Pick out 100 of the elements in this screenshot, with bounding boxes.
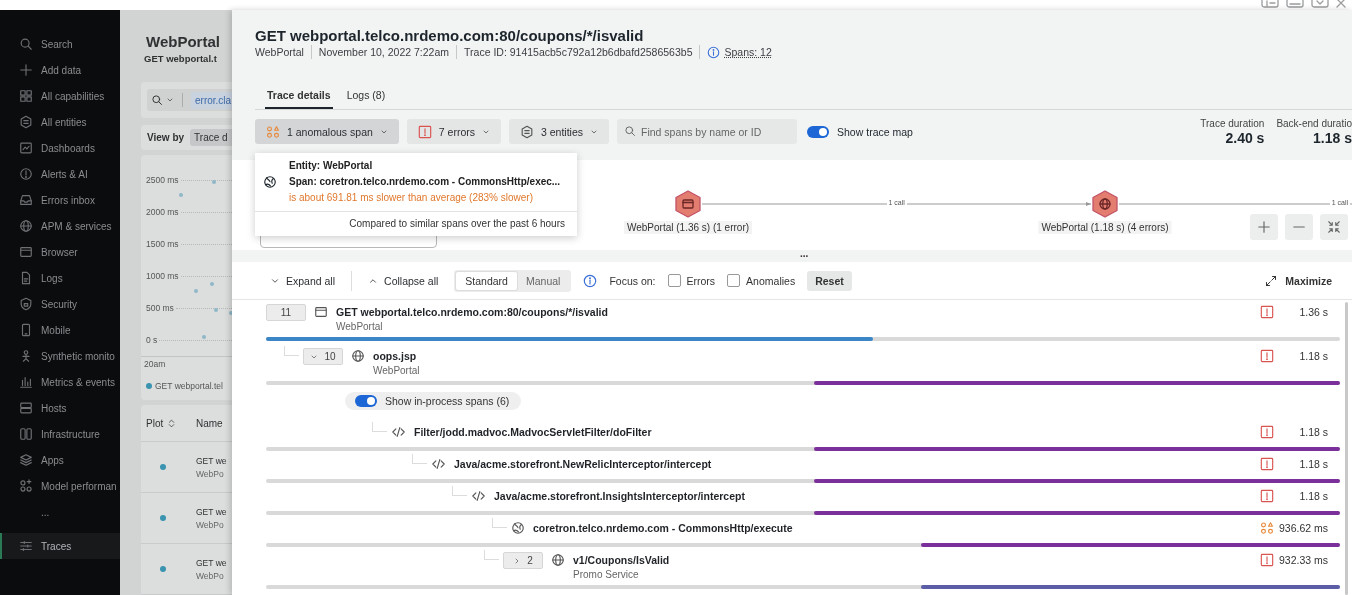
span-name[interactable]: v1/Coupons/IsValid [573,552,670,568]
checkbox[interactable] [667,274,681,287]
span-duration: 1.18 s [1298,458,1328,470]
sidebar-item[interactable]: APM & services [0,213,120,239]
view-by-select[interactable]: Trace d [190,129,232,146]
filter-dropdown[interactable]: 7 errors [406,119,501,144]
figure-icon [19,349,33,363]
sidebar-item[interactable]: Search [0,31,120,57]
expand-toggle[interactable]: 2 [503,552,543,569]
stat-value: 2.40 s [1225,130,1265,147]
sidebar-item[interactable]: Browser [0,239,120,265]
more-item[interactable]: ... [0,499,120,525]
fit-view-button[interactable] [1320,214,1348,240]
span-duration: 932.33 ms [1278,554,1328,566]
tab[interactable]: Trace details [265,86,333,109]
axis-tick-label: 500 ms [146,303,174,313]
popover-entity: Entity: WebPortal [289,159,374,173]
tree-connector-line [484,550,499,560]
compress-icon [1327,220,1341,234]
column-header[interactable]: Name [196,417,223,429]
query-token: error.cla [191,91,232,109]
span-name[interactable]: oops.jsp [373,348,420,364]
code-icon [431,457,446,471]
sidebar-item[interactable]: Infrastructure [0,421,120,447]
expand-toggle[interactable]: 10 [303,348,343,365]
sidebar-item[interactable]: Model performan [0,473,120,499]
trace-name: GET we [196,556,227,570]
sidebar-item[interactable]: Mobile [0,317,120,343]
tree-connector-line [452,486,467,496]
entity-name: WebPortal [373,364,420,378]
sidebar-item[interactable]: Errors inbox [0,187,120,213]
map-node[interactable] [674,190,702,218]
expand-all-button[interactable]: Expand all [266,271,340,290]
span-name[interactable]: Java/acme.storefront.NewRelicInterceptor/intercept [454,456,712,472]
resize-handle[interactable]: ... [232,250,1352,262]
span-name[interactable]: GET webportal.telco.nrdemo.com:80/coupons/*/isvalid [336,304,608,320]
maximize-button[interactable]: Maximize [1259,273,1338,288]
sidebar-item[interactable]: Alerts & AI [0,161,120,187]
entity-name: Promo Service [573,568,640,582]
sidebar-item[interactable]: Metrics & events [0,369,120,395]
info-icon [707,45,721,59]
striped-globe-icon [263,175,277,189]
span-name[interactable]: Java/acme.storefront.InsightsInterceptor/intercept [494,488,745,504]
sidebar-item[interactable]: All entities [0,109,120,135]
sidebar-item[interactable]: Security [0,291,120,317]
span-duration: 1.36 s [1298,306,1328,318]
query-field[interactable]: error.cla [147,89,232,111]
plot-dot [160,464,166,470]
toggle-switch[interactable] [355,395,377,407]
collapse-all-button[interactable]: Collapse all [364,271,443,290]
popover-footer: Compared to similar spans over the past 6 hours [255,212,577,236]
view-mode-tab[interactable]: Manual [516,271,570,290]
plot-dot [160,515,166,521]
reset-button[interactable]: Reset [807,270,852,291]
sidebar-item[interactable]: Hosts [0,395,120,421]
span-duration: 936.62 ms [1278,522,1328,534]
sidebar-item[interactable]: Apps [0,447,120,473]
scrollbar[interactable] [1345,302,1348,595]
sidebar-item[interactable]: Dashboards [0,135,120,161]
toggle-switch[interactable] [807,125,830,138]
zoom-out-button[interactable] [1285,214,1313,240]
error-icon [417,124,432,139]
sidebar-item[interactable]: Traces [0,533,120,559]
list-icon [19,539,33,553]
sidebar-item[interactable]: Logs [0,265,120,291]
tree-connector-line [372,422,387,432]
column-header[interactable]: Plot [146,417,196,429]
zoom-in-button[interactable] [1250,214,1278,240]
span-name[interactable]: Filter/jodd.madvoc.MadvocServletFilter/doFilter [414,424,652,440]
sidebar-item[interactable]: Synthetic monito [0,343,120,369]
focus-label: Focus on: [609,274,656,287]
window-icon[interactable] [1286,0,1304,8]
entity-name: WebPortal [336,320,384,334]
node-label: WebPortal (1.18 s) (4 errors) [1038,221,1172,234]
spans-link[interactable]: Spans: 12 [699,45,772,59]
checkbox-label: Errors [686,274,716,287]
checkbox[interactable] [727,274,741,287]
entity-name: WebPo [196,518,225,532]
node-label: WebPortal (1.36 s) (1 error) [623,221,753,234]
tab[interactable]: Logs (8) [344,86,388,109]
server-icon [19,401,33,415]
search-field[interactable]: Find spans by name or ID [617,119,798,144]
map-node[interactable] [1091,190,1119,218]
search-icon [151,94,163,106]
span-duration: 1.18 s [1298,426,1328,438]
in-process-toggle[interactable]: Show in-process spans (6) [345,392,522,410]
view-mode-tab[interactable]: Standard [456,271,517,290]
chevron-icon[interactable] [1311,0,1329,8]
filter-dropdown[interactable]: 3 entities [509,119,610,144]
sidebar-item[interactable]: Add data [0,57,120,83]
sidebar-item[interactable]: All capabilities [0,83,120,109]
span-name[interactable]: coretron.telco.nrdemo.com - CommonsHttp/execute [533,520,793,536]
chevron-down-icon [166,96,174,104]
info-icon [583,273,598,288]
filter-dropdown[interactable]: 1 anomalous span [255,119,399,144]
layout-icon[interactable] [1261,0,1279,8]
expand-icon [1265,274,1278,287]
inbox-icon [19,193,33,207]
plot-dot [160,566,166,572]
close-icon[interactable] [1336,0,1346,8]
